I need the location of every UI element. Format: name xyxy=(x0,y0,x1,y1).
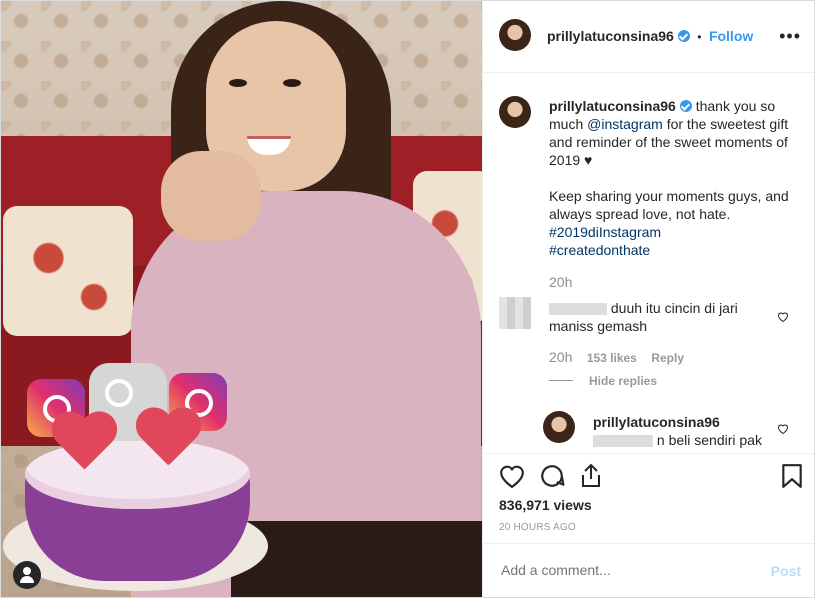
hide-replies-button[interactable]: Hide replies xyxy=(589,374,657,388)
post-side-panel: prillylatuconsina96 • Follow ••• prillyl… xyxy=(482,1,814,597)
separator-dot: • xyxy=(697,30,702,44)
pillow-left xyxy=(3,206,133,336)
comment: duuh itu cincin di jari maniss gemash xyxy=(549,299,779,335)
table xyxy=(231,521,482,597)
post-modal: prillylatuconsina96 • Follow ••• prillyl… xyxy=(0,0,815,598)
like-icon[interactable] xyxy=(499,464,525,488)
heart-emoji: ♥ xyxy=(584,152,593,168)
comments-list[interactable]: prillylatuconsina96 thank you so much @i… xyxy=(483,73,814,453)
right-eye xyxy=(283,79,301,87)
tagged-user-icon[interactable] xyxy=(13,561,41,589)
more-options-icon[interactable]: ••• xyxy=(779,26,801,47)
heart-topper-left xyxy=(49,413,119,477)
author-avatar[interactable] xyxy=(499,19,531,51)
reply-text: n beli sendiri pak xyxy=(656,432,762,448)
post-comment-button[interactable]: Post xyxy=(771,563,801,579)
follow-button[interactable]: Follow xyxy=(709,28,753,44)
view-count[interactable]: 836,971 views xyxy=(499,497,592,513)
hashtag-link-2[interactable]: #createdonthate xyxy=(549,241,799,259)
reply-avatar[interactable] xyxy=(543,411,575,443)
reply-button[interactable]: Reply xyxy=(651,351,684,365)
reply: prillylatuconsina96 n beli sendiri pak xyxy=(593,413,773,449)
hashtag-link-1[interactable]: #2019diInstagram xyxy=(549,223,799,241)
mention-link[interactable]: @instagram xyxy=(587,116,663,132)
comment-likes[interactable]: 153 likes xyxy=(587,351,637,365)
bookmark-icon[interactable] xyxy=(781,463,803,489)
add-comment-bar: Post xyxy=(483,543,814,597)
comment-meta: 20h 153 likes Reply xyxy=(549,349,684,367)
reply-username[interactable]: prillylatuconsina96 xyxy=(593,413,773,431)
comment-input[interactable] xyxy=(499,561,743,579)
comment-time[interactable]: 20h xyxy=(549,349,572,365)
left-eye xyxy=(229,79,247,87)
caption-username[interactable]: prillylatuconsina96 xyxy=(549,98,676,114)
verified-badge-icon xyxy=(677,30,690,42)
like-reply-icon[interactable] xyxy=(777,421,789,435)
caption-time[interactable]: 20h xyxy=(549,273,799,291)
caption-paragraph-2: Keep sharing your moments guys, and alwa… xyxy=(549,188,789,222)
author-username[interactable]: prillylatuconsina96 xyxy=(547,28,674,44)
caption-avatar[interactable] xyxy=(499,96,531,128)
header-user: prillylatuconsina96 • Follow xyxy=(547,28,753,46)
reply-mention-blurred[interactable] xyxy=(593,435,653,448)
share-icon[interactable] xyxy=(579,463,603,489)
verified-badge-icon xyxy=(679,100,692,112)
commenter-avatar-blurred[interactable] xyxy=(499,297,531,329)
heart-topper-right xyxy=(133,409,203,473)
caption: prillylatuconsina96 thank you so much @i… xyxy=(549,97,799,291)
hands xyxy=(161,151,261,241)
like-comment-icon[interactable] xyxy=(777,309,789,323)
replies-divider xyxy=(549,380,573,381)
post-header: prillylatuconsina96 • Follow ••• xyxy=(483,1,814,73)
post-photo[interactable] xyxy=(1,1,482,597)
post-timestamp[interactable]: 20 HOURS AGO xyxy=(499,522,576,533)
commenter-username-blurred[interactable] xyxy=(549,303,607,316)
post-actions: 836,971 views 20 HOURS AGO xyxy=(483,453,814,544)
comment-icon[interactable] xyxy=(539,463,565,489)
